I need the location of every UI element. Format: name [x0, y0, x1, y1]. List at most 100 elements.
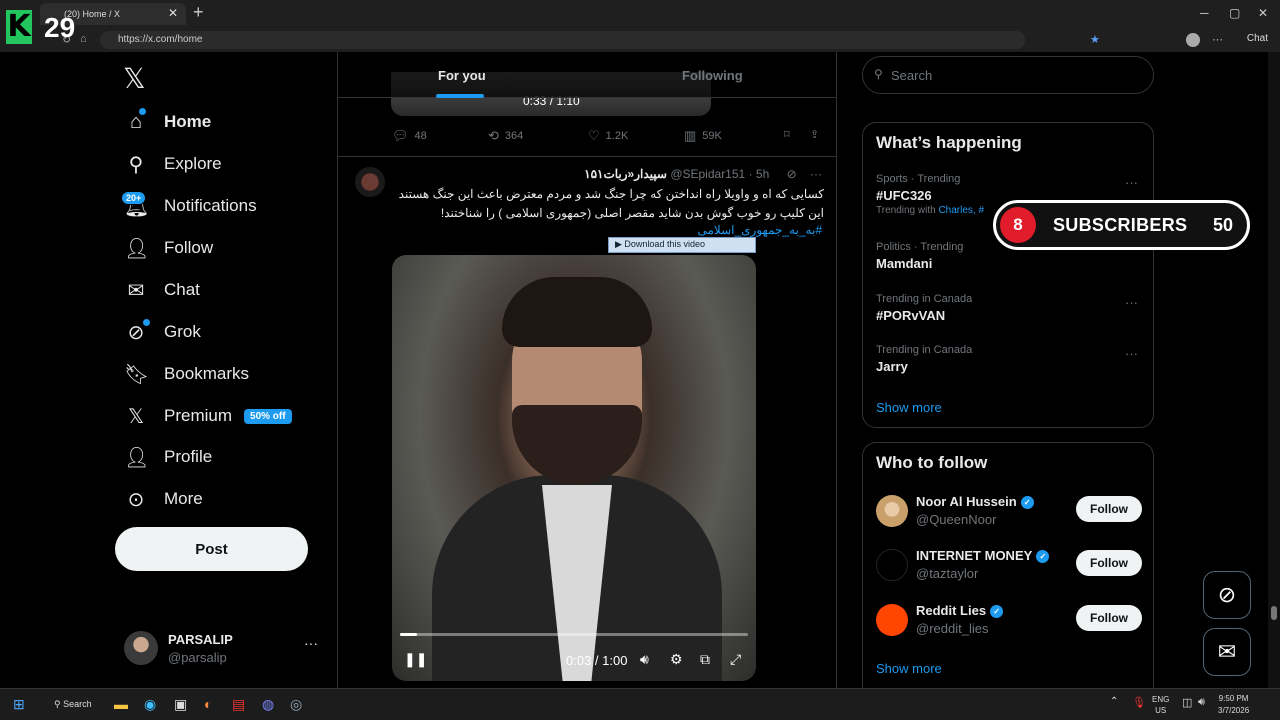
repost-button[interactable]: ⟲ 364	[488, 128, 523, 144]
trend-context-link[interactable]: Charles, #	[938, 205, 984, 216]
suggestion-name-text: Reddit Lies	[916, 603, 987, 618]
mail-icon[interactable]: ✉	[1203, 628, 1251, 676]
url-text: https://x.com/home	[118, 34, 203, 45]
grok-icon[interactable]: ⊘	[1203, 571, 1251, 619]
edge-browser-icon[interactable]: ◉	[144, 696, 156, 713]
trend-name: Mamdani	[876, 256, 933, 271]
home-browser-icon[interactable]: ⌂	[80, 33, 87, 45]
search-input[interactable]: Search	[862, 56, 1154, 94]
firefox-icon[interactable]: ◐	[204, 696, 212, 712]
nav-grok[interactable]: ⊘ Grok	[124, 314, 201, 350]
url-field[interactable]: https://x.com/home	[100, 31, 1025, 49]
post-button[interactable]: Post	[115, 527, 308, 571]
taskbar-search-label: Search	[63, 699, 92, 709]
nav-bookmarks[interactable]: 🔖︎ Bookmarks	[124, 356, 249, 392]
x-logo-icon[interactable]: 𝕏	[123, 62, 146, 95]
tweet-author-handle[interactable]: @SEpidar151	[670, 167, 745, 181]
discord-icon[interactable]: ◍	[262, 696, 274, 713]
follow-suggestion[interactable]: Noor Al Hussein ✓ @QueenNoor Follow	[876, 493, 1142, 533]
more-dots-icon[interactable]: ···	[1125, 295, 1138, 310]
download-label: ▶ Download this video	[615, 239, 705, 249]
like-button[interactable]: ♡ 1.2K	[588, 128, 628, 144]
fullscreen-icon[interactable]: ⤢	[730, 651, 741, 668]
pip-icon[interactable]: ⧉	[700, 651, 710, 668]
tweet[interactable]: سپیدار«ربات۱۵۱ @SEpidar151 · 5h ⊘ ··· کس…	[338, 156, 836, 688]
store-icon[interactable]: ▣	[174, 696, 187, 713]
page-scrollbar[interactable]	[1268, 52, 1280, 688]
suggestion-name: Reddit Lies ✓	[916, 603, 1004, 618]
follow-button[interactable]: Follow	[1076, 605, 1142, 631]
tweet-author-avatar[interactable]	[355, 167, 385, 197]
nav-label: Bookmarks	[164, 364, 250, 383]
panel-title: Who to follow	[876, 453, 988, 472]
tweet-time[interactable]: · 5h	[749, 167, 770, 181]
speaker-icon[interactable]: 🔊︎	[1198, 696, 1205, 709]
windows-start-icon[interactable]: ⊞	[13, 696, 25, 713]
app-icon[interactable]: ▤	[232, 696, 245, 713]
network-icon[interactable]: ◫	[1182, 696, 1192, 709]
steam-icon[interactable]: ◎	[290, 696, 302, 713]
follow-button[interactable]: Follow	[1076, 496, 1142, 522]
follow-suggestion[interactable]: INTERNET MONEY ✓ @taztaylor Follow	[876, 547, 1142, 587]
grok-analyze-icon[interactable]: ⊘	[787, 167, 797, 181]
browser-menu-icon[interactable]: ⋯	[1212, 33, 1223, 46]
feed-tabs: For you Following	[338, 52, 836, 98]
nav-premium[interactable]: 𝕏 Premium 50% off	[124, 398, 292, 434]
favorite-star-icon[interactable]: ★	[1090, 33, 1100, 46]
video-progress-bar[interactable]	[400, 633, 748, 636]
minimize-icon[interactable]: ─	[1200, 6, 1209, 20]
nav-label: More	[164, 489, 203, 508]
nav-follow[interactable]: 👤︎ Follow	[124, 230, 213, 266]
trend-item[interactable]: Trending in Canada Jarry ···	[876, 344, 1144, 374]
more-dots-icon[interactable]: ···	[1125, 175, 1138, 190]
show-more-link[interactable]: Show more	[876, 661, 942, 676]
nav-explore[interactable]: ⚲ Explore	[124, 146, 222, 182]
follow-button[interactable]: Follow	[1076, 550, 1142, 576]
volume-icon[interactable]: 🔊︎	[640, 651, 649, 668]
tray-chevron-icon[interactable]: ⌃	[1110, 696, 1118, 707]
new-tab-icon[interactable]: +	[193, 2, 204, 23]
account-switcher[interactable]: PARSALIP @parsalip ···	[124, 629, 324, 669]
follow-suggestion[interactable]: Reddit Lies ✓ @reddit_lies Follow	[876, 602, 1142, 642]
more-dots-icon[interactable]: ···	[810, 167, 822, 181]
profile-avatar-icon[interactable]	[1186, 33, 1200, 47]
subscriber-count: 50	[1212, 215, 1233, 235]
file-explorer-icon[interactable]: ▬	[114, 696, 128, 712]
tab-following[interactable]: Following	[682, 68, 743, 83]
trend-item[interactable]: Trending in Canada #PORvVAN ···	[876, 293, 1144, 323]
views-button[interactable]: ▥ 59K	[684, 128, 722, 144]
nav-home[interactable]: ⌂ Home	[124, 104, 211, 140]
copilot-chat-button[interactable]: Chat	[1247, 33, 1268, 44]
tweet-author-name[interactable]: سپیدار«ربات۱۵۱	[584, 167, 667, 181]
more-dots-icon[interactable]: ···	[1125, 346, 1138, 361]
tweet-header: سپیدار«ربات۱۵۱ @SEpidar151 · 5h ⊘ ···	[584, 167, 822, 181]
tab-for-you[interactable]: For you	[438, 68, 486, 83]
pause-icon[interactable]: ❚❚	[404, 651, 427, 668]
close-window-icon[interactable]: ✕	[1258, 6, 1268, 20]
taskbar-search[interactable]: ⚲ Search	[44, 694, 100, 716]
nav-chat[interactable]: ✉ Chat	[124, 272, 200, 308]
account-name: PARSALIP	[168, 632, 233, 647]
more-dots-icon[interactable]: ···	[304, 635, 318, 651]
close-tab-icon[interactable]: ✕	[168, 6, 178, 20]
taskbar-clock[interactable]: 9:50 PM 3/7/2026	[1218, 693, 1249, 717]
reply-button[interactable]: 💬︎ 48	[392, 128, 427, 144]
bookmark-icon: 🔖︎	[124, 363, 150, 386]
panel-title: What’s happening	[876, 133, 1022, 152]
tweet-hashtag[interactable]: #به_به_جمهوری_اسلامی	[698, 223, 823, 237]
microphone-icon[interactable]: 🎙︎	[1132, 696, 1146, 709]
download-video-bar[interactable]: ▶ Download this video	[608, 237, 756, 253]
language-indicator[interactable]: ENG US	[1152, 694, 1169, 716]
show-more-link[interactable]: Show more	[876, 400, 942, 415]
settings-gear-icon[interactable]: ⚙	[670, 651, 683, 668]
scrollbar-thumb[interactable]	[1271, 606, 1277, 620]
nav-more[interactable]: ⊙ More	[124, 481, 203, 517]
trend-name: #PORvVAN	[876, 308, 946, 323]
person-add-icon: 👤︎	[124, 237, 150, 260]
nav-profile[interactable]: 👤︎ Profile	[124, 439, 212, 475]
tweet-video[interactable]: ❚❚ 0:03 / 1:00 🔊︎ ⚙ ⧉ ⤢	[392, 255, 756, 681]
share-icon[interactable]: ⇪	[810, 128, 819, 141]
subscriber-label: SUBSCRIBERS	[1053, 215, 1188, 235]
maximize-icon[interactable]: ▢	[1229, 6, 1240, 20]
bookmark-post-icon[interactable]: ⌑	[784, 128, 790, 141]
